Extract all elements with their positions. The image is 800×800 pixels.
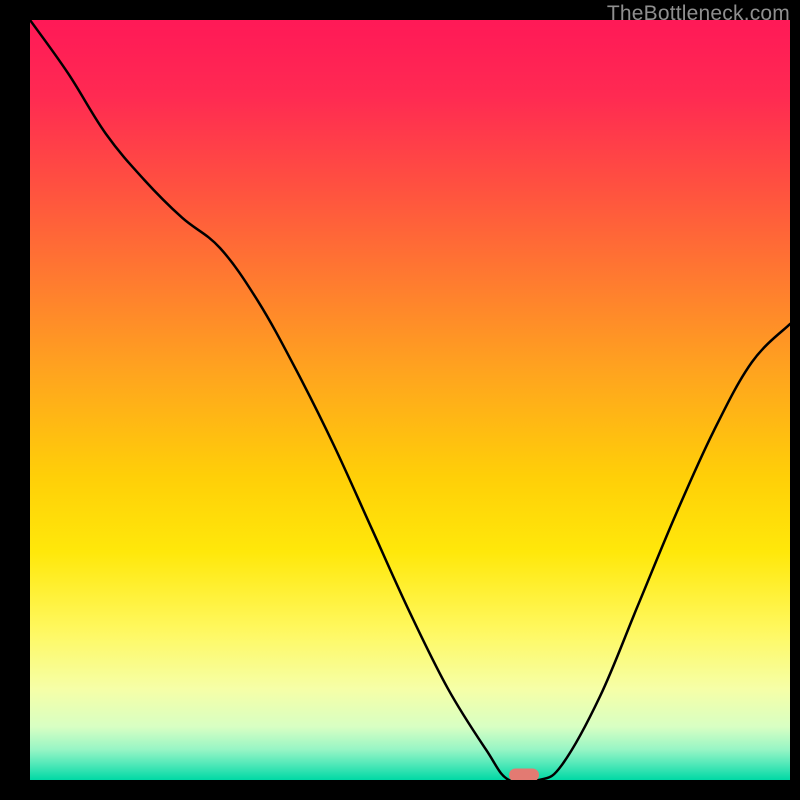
optimal-marker — [509, 769, 539, 781]
chart-container: TheBottleneck.com — [0, 0, 800, 800]
watermark-text: TheBottleneck.com — [607, 2, 790, 26]
plot-area — [30, 20, 790, 780]
bottleneck-curve — [30, 20, 790, 780]
